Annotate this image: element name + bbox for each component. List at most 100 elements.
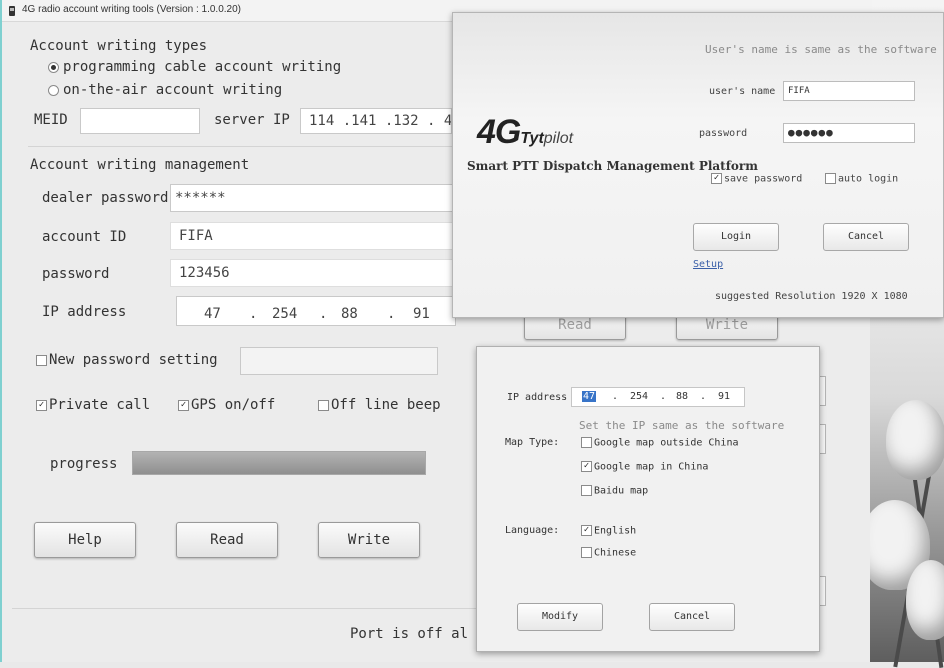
checkbox-checked-icon: ✓ bbox=[581, 525, 592, 536]
ip-segment: 91 bbox=[718, 391, 731, 402]
read-button[interactable]: Read bbox=[176, 522, 278, 558]
language-english[interactable]: ✓ English bbox=[581, 525, 636, 537]
server-ip-input[interactable]: 114 .141 .132 . 4 bbox=[300, 108, 452, 134]
progress-bar bbox=[132, 451, 426, 475]
radio-unselected-icon bbox=[48, 84, 59, 96]
map-type-label: Map Type: bbox=[505, 437, 560, 448]
login-password-label: password bbox=[699, 128, 748, 139]
checkbox-unchecked-icon bbox=[318, 399, 329, 411]
username-label: user's name bbox=[709, 86, 776, 97]
gps-label: GPS on/off bbox=[191, 397, 276, 413]
checkbox-checked-icon: ✓ bbox=[581, 461, 592, 472]
ip-dot: . bbox=[660, 391, 667, 402]
radio-selected-icon bbox=[48, 61, 59, 73]
logo-brand: Tyt bbox=[520, 130, 544, 147]
help-button[interactable]: Help bbox=[34, 522, 136, 558]
map-option-baidu[interactable]: Baidu map bbox=[581, 485, 648, 497]
auto-login-checkbox[interactable]: auto login bbox=[825, 173, 898, 185]
setup-link[interactable]: Setup bbox=[693, 259, 723, 270]
writing-types-heading: Account writing types bbox=[30, 38, 208, 54]
server-ip-label: server IP bbox=[214, 112, 290, 128]
map-settings-dialog: IP address 47 . 254 . 88 . 91 Set the IP… bbox=[476, 346, 820, 652]
ip-dot: . bbox=[249, 306, 258, 322]
map-ip-input[interactable]: 47 . 254 . 88 . 91 bbox=[571, 387, 745, 407]
language-option-label: English bbox=[594, 525, 637, 537]
login-password-input[interactable]: ●●●●●● bbox=[783, 123, 915, 143]
radio-on-the-air[interactable]: on-the-air account writing bbox=[48, 82, 282, 98]
private-call-label: Private call bbox=[49, 397, 151, 413]
login-cancel-button[interactable]: Cancel bbox=[823, 223, 909, 251]
app-icon bbox=[9, 6, 15, 16]
checkbox-unchecked-icon bbox=[581, 547, 592, 558]
map-option-outside-china[interactable]: Google map outside China bbox=[581, 437, 739, 449]
checkbox-unchecked-icon bbox=[825, 173, 836, 184]
ip-segment: 47 bbox=[582, 391, 597, 402]
brand-logo: 4GTytpilot bbox=[477, 113, 573, 152]
dealer-password-input[interactable]: ****** bbox=[170, 184, 456, 212]
dealer-password-label: dealer password bbox=[42, 190, 169, 206]
map-option-label: Google map outside China bbox=[594, 437, 739, 449]
login-button[interactable]: Login bbox=[693, 223, 779, 251]
offline-beep-checkbox[interactable]: Off line beep bbox=[318, 397, 441, 413]
ip-dot: . bbox=[700, 391, 707, 402]
tulip-flower bbox=[886, 400, 944, 480]
save-password-label: save password bbox=[724, 173, 803, 185]
login-dialog: 4GTytpilot Smart PTT Dispatch Management… bbox=[452, 12, 944, 318]
checkbox-unchecked-icon bbox=[581, 485, 592, 496]
gps-checkbox[interactable]: ✓ GPS on/off bbox=[178, 397, 275, 413]
write-button[interactable]: Write bbox=[318, 522, 420, 558]
login-hint: User's name is same as the software bbox=[705, 43, 937, 56]
meid-input[interactable] bbox=[80, 108, 200, 134]
checkbox-checked-icon: ✓ bbox=[178, 399, 189, 411]
management-heading: Account writing management bbox=[30, 157, 250, 173]
meid-label: MEID bbox=[34, 112, 68, 128]
ip-address-label: IP address bbox=[42, 304, 127, 320]
status-text: Port is off al bbox=[350, 626, 469, 642]
radio-label: on-the-air account writing bbox=[63, 82, 283, 98]
progress-label: progress bbox=[50, 456, 118, 472]
ip-dot: . bbox=[387, 306, 396, 322]
ip-dot: . bbox=[319, 306, 328, 322]
language-chinese[interactable]: Chinese bbox=[581, 547, 636, 559]
radio-programming-cable[interactable]: programming cable account writing bbox=[48, 59, 341, 75]
ip-segment: 47 bbox=[204, 306, 221, 322]
map-ip-label: IP address bbox=[507, 392, 568, 403]
auto-login-label: auto login bbox=[838, 173, 899, 185]
checkbox-checked-icon: ✓ bbox=[711, 173, 722, 184]
progress-bar-fill bbox=[133, 452, 425, 474]
status-divider bbox=[12, 608, 482, 609]
offline-beep-label: Off line beep bbox=[331, 397, 441, 413]
ip-segment: 254 bbox=[630, 391, 649, 402]
modify-button[interactable]: Modify bbox=[517, 603, 603, 631]
password-label: password bbox=[42, 266, 110, 282]
ip-address-input[interactable]: 47 . 254 . 88 . 91 bbox=[176, 296, 456, 326]
new-password-checkbox[interactable]: New password setting bbox=[36, 352, 218, 368]
resolution-note: suggested Resolution 1920 X 1080 bbox=[715, 291, 908, 302]
map-cancel-button[interactable]: Cancel bbox=[649, 603, 735, 631]
new-password-input[interactable] bbox=[240, 347, 438, 375]
ip-segment: 88 bbox=[676, 391, 689, 402]
ip-segment: 91 bbox=[413, 306, 430, 322]
logo-brand-suffix: pilot bbox=[543, 130, 574, 147]
radio-label: programming cable account writing bbox=[63, 59, 342, 75]
account-id-label: account ID bbox=[42, 229, 127, 245]
logo-4g: 4G bbox=[477, 113, 521, 151]
tulip-flower bbox=[906, 560, 944, 640]
private-call-checkbox[interactable]: ✓ Private call bbox=[36, 397, 150, 413]
section-divider bbox=[28, 146, 458, 147]
account-id-input[interactable]: FIFA bbox=[170, 222, 456, 250]
ip-segment: 88 bbox=[341, 306, 358, 322]
checkbox-unchecked-icon bbox=[581, 437, 592, 448]
ip-segment: 254 bbox=[272, 306, 298, 322]
language-option-label: Chinese bbox=[594, 547, 637, 559]
map-ip-hint: Set the IP same as the software bbox=[579, 419, 785, 432]
login-subtitle: Smart PTT Dispatch Management Platform bbox=[467, 159, 758, 173]
language-label: Language: bbox=[505, 525, 560, 536]
ip-dot: . bbox=[612, 391, 619, 402]
new-password-label: New password setting bbox=[49, 352, 218, 368]
save-password-checkbox[interactable]: ✓ save password bbox=[711, 173, 802, 185]
map-option-in-china[interactable]: ✓ Google map in China bbox=[581, 461, 708, 473]
password-input[interactable]: 123456 bbox=[170, 259, 456, 287]
map-option-label: Baidu map bbox=[594, 485, 649, 497]
username-input[interactable]: FIFA bbox=[783, 81, 915, 101]
